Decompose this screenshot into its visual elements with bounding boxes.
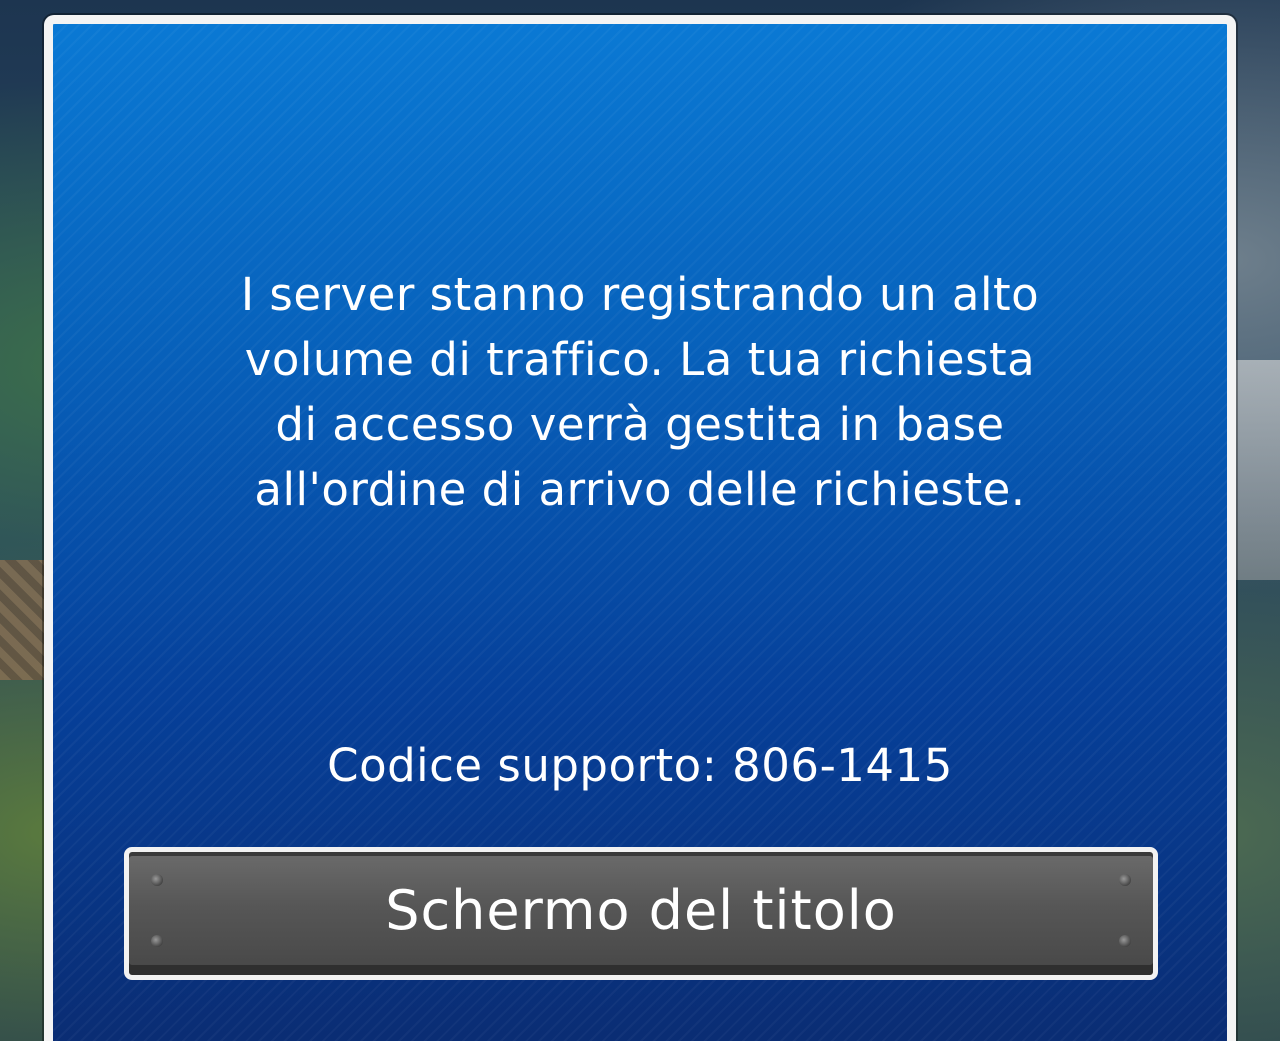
error-dialog: I server stanno registrando un alto volu…: [44, 15, 1236, 1041]
support-code: Codice supporto: 806-1415: [327, 739, 953, 792]
title-screen-button[interactable]: Schermo del titolo: [124, 847, 1158, 980]
background-scenery-right: [1234, 360, 1280, 580]
title-screen-button-label: Schermo del titolo: [385, 879, 897, 942]
server-traffic-message: I server stanno registrando un alto volu…: [240, 268, 1040, 516]
background-scenery-left: [0, 560, 48, 680]
game-background: I server stanno registrando un alto volu…: [0, 0, 1280, 1041]
